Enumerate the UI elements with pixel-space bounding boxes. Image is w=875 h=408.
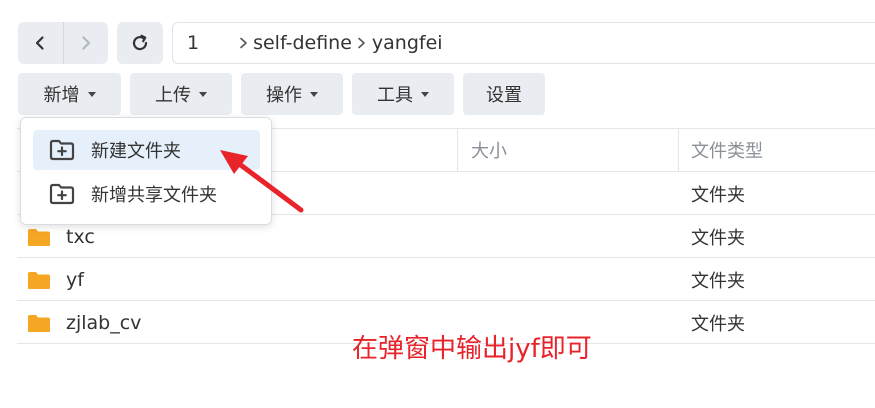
annotation-text: 在弹窗中输出jyf即可 — [352, 334, 592, 364]
new-button-label: 新增 — [43, 85, 80, 106]
file-type: 文件夹 — [691, 184, 745, 206]
file-type: 文件夹 — [691, 227, 745, 249]
menu-item-label: 新建文件夹 — [91, 141, 181, 162]
menu-item-label: 新增共享文件夹 — [91, 185, 217, 206]
column-divider[interactable] — [457, 129, 458, 171]
folder-plus-icon — [49, 139, 75, 161]
caret-down-icon — [310, 91, 318, 97]
new-button[interactable]: 新增 — [18, 73, 121, 115]
path-bar[interactable]: 1 self-define yangfei — [172, 22, 875, 64]
caret-down-icon — [421, 91, 429, 97]
folder-icon — [28, 229, 50, 246]
breadcrumb-yangfei[interactable]: yangfei — [372, 32, 443, 54]
column-header-size[interactable]: 大小 — [471, 129, 507, 171]
action-button-label: 操作 — [266, 85, 302, 106]
annotation-arrow-icon — [220, 150, 304, 213]
settings-button-label: 设置 — [486, 85, 522, 106]
caret-down-icon — [199, 91, 207, 97]
breadcrumb-separator-icon — [356, 37, 368, 49]
chevron-right-icon — [82, 36, 90, 50]
column-divider[interactable] — [678, 129, 679, 171]
breadcrumb-separator-icon — [237, 37, 249, 49]
upload-button-label: 上传 — [155, 85, 191, 106]
settings-button[interactable]: 设置 — [463, 73, 545, 115]
file-name: yf — [66, 268, 84, 291]
back-button[interactable] — [18, 22, 63, 64]
history-nav-group — [18, 22, 108, 64]
column-header-type[interactable]: 文件类型 — [691, 129, 763, 171]
caret-down-icon — [87, 91, 96, 97]
upload-button[interactable]: 上传 — [130, 73, 232, 115]
folder-plus-icon — [49, 183, 75, 205]
breadcrumb-self-define[interactable]: self-define — [253, 32, 352, 54]
toolbar: 新增 上传 操作 工具 设置 — [18, 73, 545, 115]
folder-icon — [28, 315, 50, 332]
file-name: zjlab_cv — [66, 311, 142, 334]
refresh-button[interactable] — [117, 22, 163, 64]
action-button[interactable]: 操作 — [241, 73, 343, 115]
breadcrumb-root[interactable]: 1 — [187, 32, 199, 54]
file-type: 文件夹 — [691, 313, 745, 335]
tools-button-label: 工具 — [377, 85, 413, 106]
forward-button[interactable] — [62, 22, 109, 64]
file-type: 文件夹 — [691, 270, 745, 292]
folder-icon — [28, 272, 50, 289]
chevron-left-icon — [36, 36, 44, 50]
tools-button[interactable]: 工具 — [352, 73, 454, 115]
refresh-icon — [132, 34, 148, 51]
table-row[interactable]: yf 文件夹 — [17, 258, 875, 301]
